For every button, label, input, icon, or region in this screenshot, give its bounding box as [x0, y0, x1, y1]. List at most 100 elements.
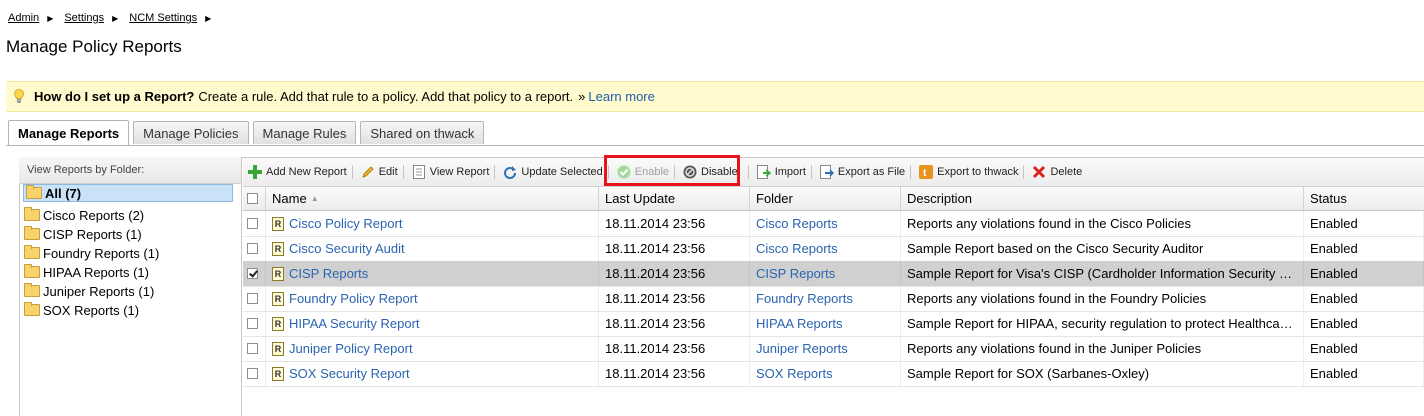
description-text: Reports any violations found in the Juni… [907, 341, 1202, 356]
toolbar-separator [747, 165, 749, 179]
folder-item-label: CISP Reports (1) [43, 226, 142, 242]
column-header-last-update[interactable]: Last Update [599, 187, 750, 210]
report-name-link[interactable]: Juniper Policy Report [289, 341, 413, 356]
toolbar-separator [910, 165, 912, 179]
table-row[interactable]: R Cisco Policy Report 18.11.2014 23:56 Ci… [243, 211, 1424, 237]
table-row[interactable]: R HIPAA Security Report 18.11.2014 23:56 … [243, 311, 1424, 337]
last-update-cell: 18.11.2014 23:56 [599, 286, 750, 311]
view-report-icon [411, 164, 427, 180]
breadcrumb-settings[interactable]: Settings [64, 12, 104, 24]
folder-item-cisp[interactable]: CISP Reports (1) [24, 225, 142, 243]
name-cell: R HIPAA Security Report [266, 311, 599, 336]
row-checkbox[interactable] [247, 243, 258, 254]
disable-label: Disable [701, 166, 738, 178]
folder-item-cisco[interactable]: Cisco Reports (2) [24, 206, 144, 224]
folder-item-foundry[interactable]: Foundry Reports (1) [24, 244, 159, 262]
folder-link[interactable]: CISP Reports [756, 266, 835, 281]
table-row[interactable]: R Juniper Policy Report 18.11.2014 23:56 … [243, 336, 1424, 362]
folder-icon [24, 302, 40, 316]
last-update-cell: 18.11.2014 23:56 [599, 236, 750, 261]
row-select-cell [243, 361, 266, 386]
view-report-label: View Report [429, 166, 490, 178]
folder-item-label: Juniper Reports (1) [43, 283, 155, 299]
folder-item-hipaa[interactable]: HIPAA Reports (1) [24, 263, 149, 281]
tab-manage-reports[interactable]: Manage Reports [8, 120, 130, 145]
column-header-name[interactable]: Name ▲ [266, 187, 599, 210]
report-name-link[interactable]: Cisco Security Audit [289, 241, 405, 256]
edit-button[interactable]: Edit [358, 162, 400, 182]
folder-item-label: Cisco Reports (2) [43, 207, 145, 223]
disable-icon [682, 164, 698, 180]
folder-link[interactable]: SOX Reports [756, 366, 833, 381]
description-text: Reports any violations found in the Foun… [907, 291, 1207, 306]
folder-cell: Cisco Reports [750, 236, 901, 261]
toolbar-separator [674, 165, 676, 179]
tab-manage-rules[interactable]: Manage Rules [252, 121, 357, 144]
grid-toolbar: Add New Report Edit View Report Update S… [243, 158, 1424, 187]
import-button[interactable]: Import [754, 162, 808, 182]
page-title: Manage Policy Reports [6, 37, 182, 56]
row-checkbox[interactable] [247, 218, 258, 229]
delete-label: Delete [1050, 166, 1083, 178]
column-header-folder[interactable]: Folder [750, 187, 901, 210]
folder-link[interactable]: Cisco Reports [756, 241, 838, 256]
report-name-link[interactable]: HIPAA Security Report [289, 316, 420, 331]
column-header-status[interactable]: Status [1304, 187, 1424, 210]
add-new-report-button[interactable]: Add New Report [245, 162, 349, 182]
update-selected-button[interactable]: Update Selected [500, 162, 604, 182]
breadcrumb-ncm-settings[interactable]: NCM Settings [129, 12, 197, 24]
enable-button[interactable]: Enable [614, 162, 671, 182]
thwack-icon: t [918, 164, 934, 180]
status-cell: Enabled [1304, 336, 1424, 361]
report-name-link[interactable]: Cisco Policy Report [289, 216, 402, 231]
folder-item-all[interactable]: All (7) [23, 184, 233, 202]
table-row[interactable]: R Foundry Policy Report 18.11.2014 23:56 … [243, 286, 1424, 312]
report-name-link[interactable]: SOX Security Report [289, 366, 410, 381]
select-all-checkbox[interactable] [247, 193, 258, 204]
breadcrumb-admin[interactable]: Admin [8, 12, 39, 24]
folder-link[interactable]: HIPAA Reports [756, 316, 842, 331]
row-checkbox[interactable] [247, 368, 258, 379]
learn-more-link[interactable]: Learn more [588, 89, 654, 104]
folder-icon [24, 283, 40, 297]
export-to-thwack-button[interactable]: t Export to thwack [916, 162, 1020, 182]
export-as-file-button[interactable]: Export as File [817, 162, 907, 182]
disable-button[interactable]: Disable [680, 162, 740, 182]
update-selected-label: Update Selected [521, 166, 603, 178]
folder-cell: Foundry Reports [750, 286, 901, 311]
tab-shared-on-thwack[interactable]: Shared on thwack [360, 121, 485, 144]
import-icon [756, 164, 772, 180]
folder-item-label: HIPAA Reports (1) [43, 264, 149, 280]
toolbar-separator [810, 165, 812, 179]
folder-icon [24, 207, 40, 221]
folder-link[interactable]: Foundry Reports [756, 291, 853, 306]
table-row-selected[interactable]: R CISP Reports 18.11.2014 23:56 CISP Repo… [243, 261, 1424, 287]
export-file-icon [819, 164, 835, 180]
report-name-link[interactable]: Foundry Policy Report [289, 291, 418, 306]
folder-cell: Cisco Reports [750, 211, 901, 236]
report-name-link[interactable]: CISP Reports [289, 266, 368, 281]
row-checkbox[interactable] [247, 318, 258, 329]
table-row[interactable]: R SOX Security Report 18.11.2014 23:56 SO… [243, 361, 1424, 387]
column-header-description[interactable]: Description [901, 187, 1304, 210]
folder-link[interactable]: Cisco Reports [756, 216, 838, 231]
folder-item-label: SOX Reports (1) [43, 302, 140, 318]
description-cell: Sample Report for Visa's CISP (Cardholde… [901, 261, 1304, 286]
folder-link[interactable]: Juniper Reports [756, 341, 848, 356]
table-row[interactable]: R Cisco Security Audit 18.11.2014 23:56 C… [243, 236, 1424, 262]
row-checkbox[interactable] [247, 343, 258, 354]
edit-label: Edit [378, 166, 398, 178]
report-icon: R [272, 366, 284, 381]
column-header-label: Name [272, 191, 307, 206]
row-checkbox[interactable] [247, 293, 258, 304]
folder-item-juniper[interactable]: Juniper Reports (1) [24, 282, 154, 300]
view-report-button[interactable]: View Report [409, 162, 492, 182]
name-cell: R Foundry Policy Report [266, 286, 599, 311]
last-update-cell: 18.11.2014 23:56 [599, 361, 750, 386]
folder-item-sox[interactable]: SOX Reports (1) [24, 301, 139, 319]
row-select-cell [243, 336, 266, 361]
tab-manage-policies[interactable]: Manage Policies [133, 121, 249, 144]
folder-cell: Juniper Reports [750, 336, 901, 361]
row-checkbox-checked[interactable] [247, 268, 258, 279]
delete-button[interactable]: Delete [1029, 162, 1084, 182]
